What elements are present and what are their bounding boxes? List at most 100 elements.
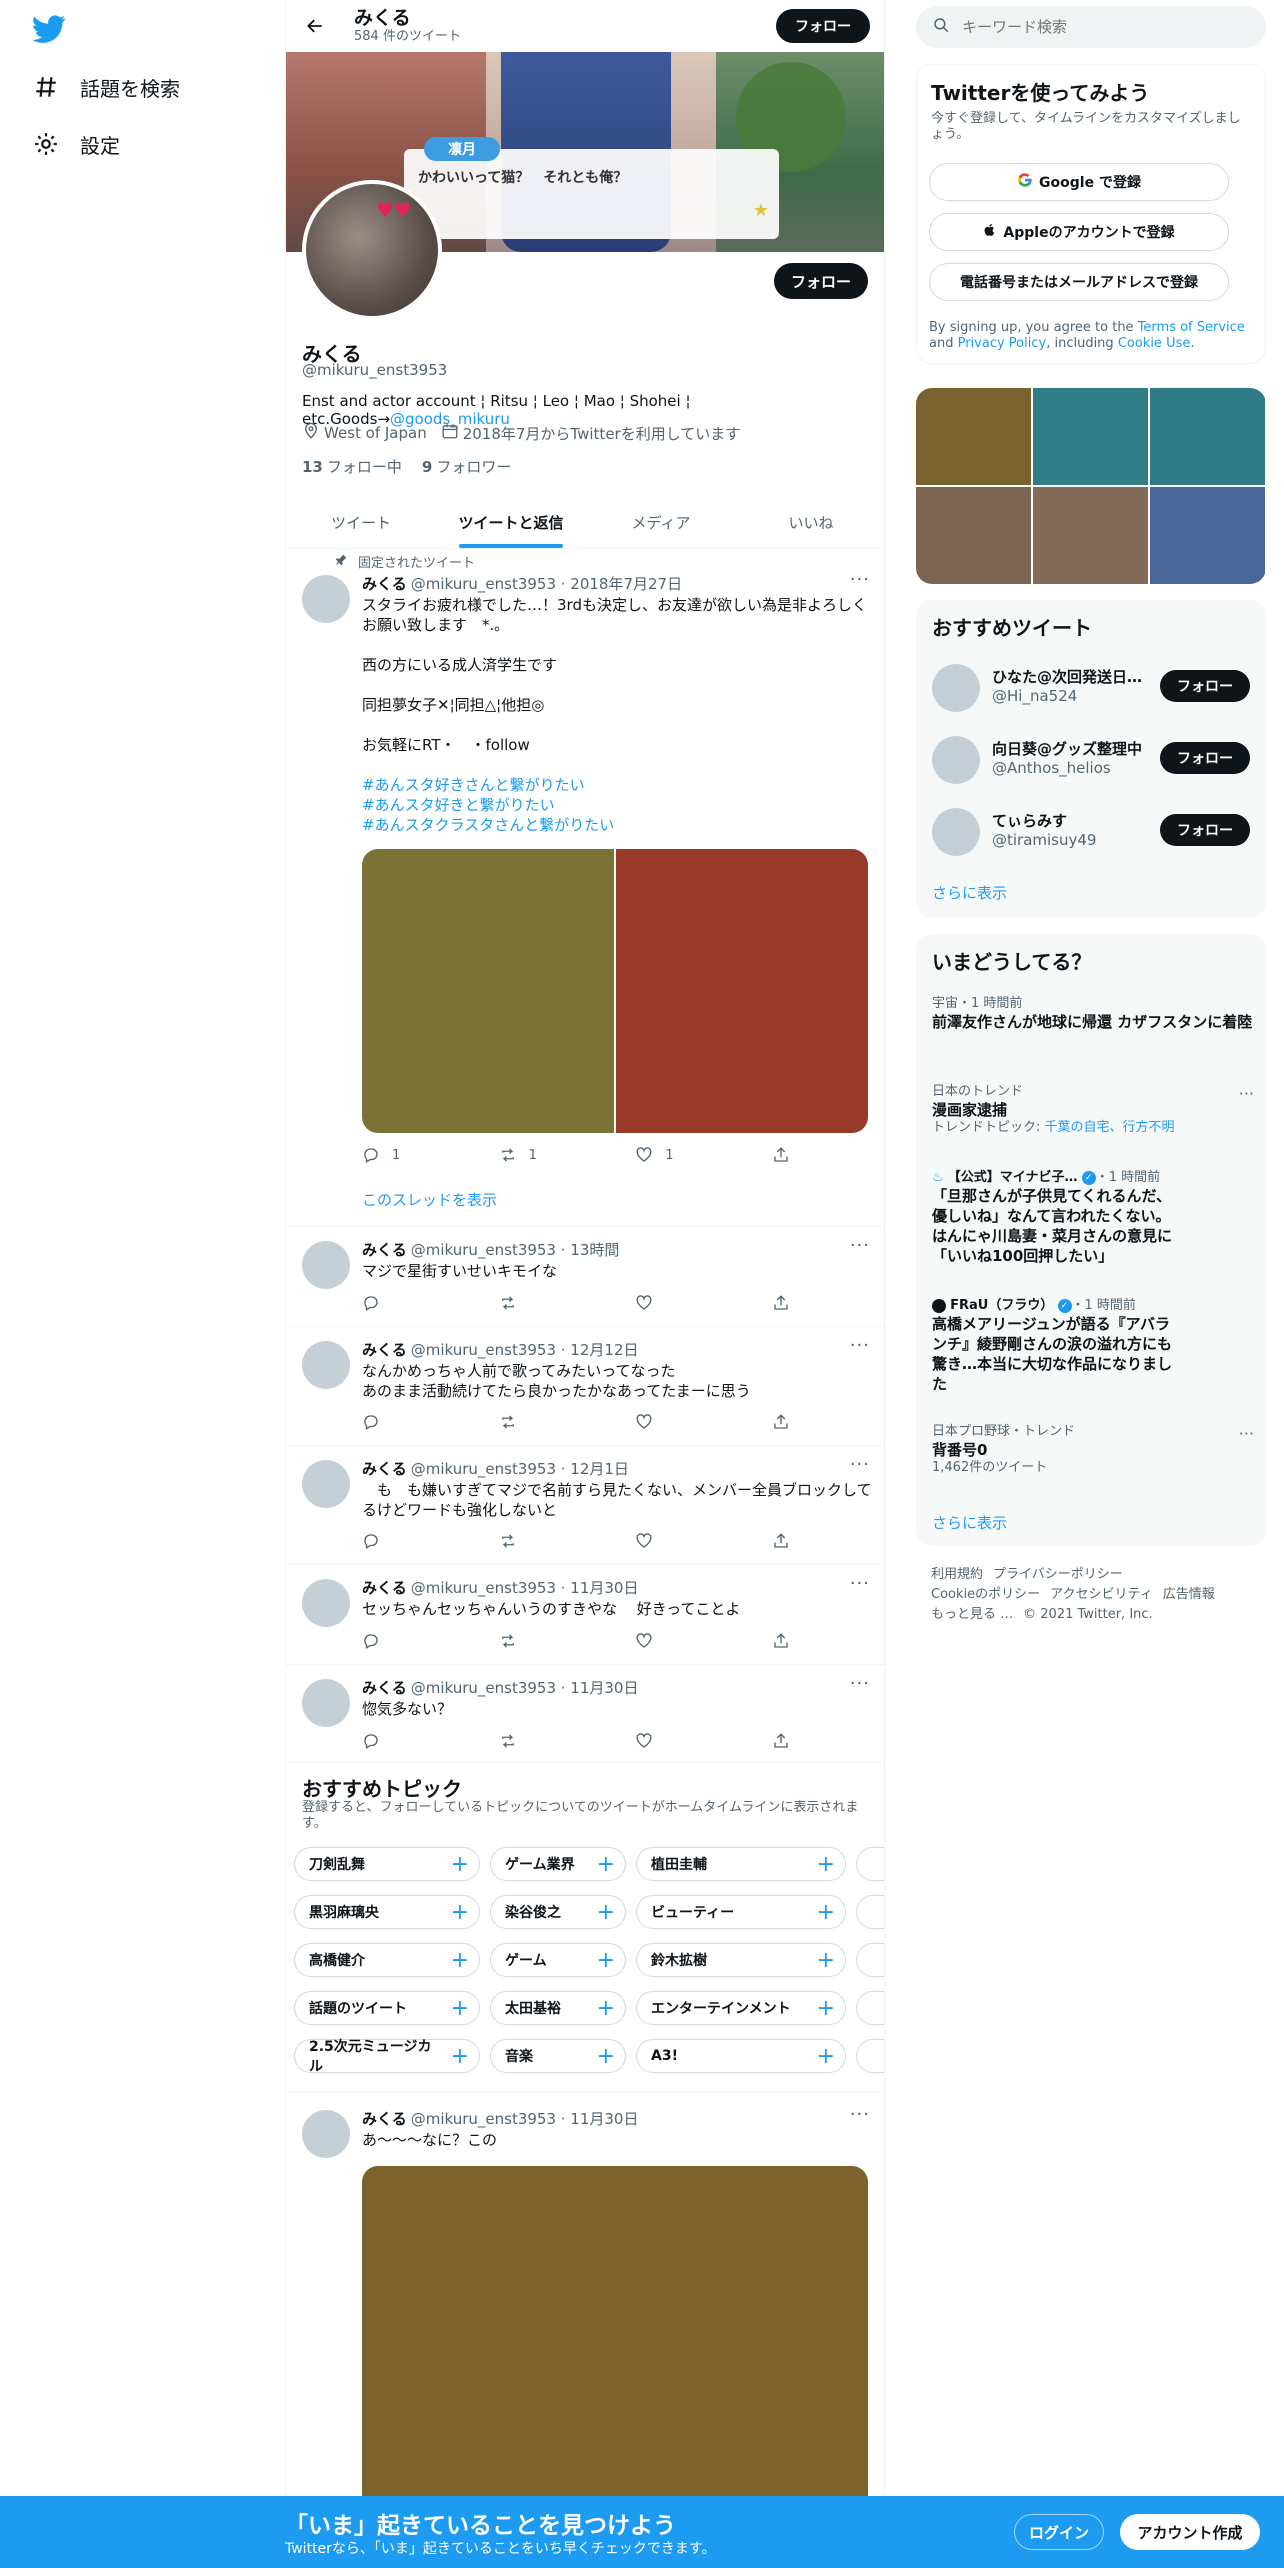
tweet-author[interactable]: みくる: [362, 1679, 407, 1697]
hashtag-link[interactable]: #あんスタ好きと繋がりたい: [362, 795, 872, 815]
share-button[interactable]: [772, 1413, 802, 1431]
twitter-logo-icon[interactable]: [32, 12, 66, 46]
footer-link-ads[interactable]: 広告情報: [1163, 1587, 1215, 1602]
tab-tweets-replies[interactable]: ツイートと返信: [436, 496, 586, 548]
like-button[interactable]: [635, 1413, 745, 1431]
more-dots-icon[interactable]: ···: [1239, 1424, 1254, 1443]
topic-chip[interactable]: 高橋健介 +: [294, 1943, 480, 1977]
nav-explore[interactable]: 話題を検索: [32, 67, 180, 107]
media-thumb[interactable]: [1033, 487, 1148, 584]
search-input[interactable]: [962, 18, 1242, 36]
more-dots-icon[interactable]: ···: [850, 1335, 870, 1356]
topic-chip-partial[interactable]: [856, 1847, 884, 1881]
media-thumb[interactable]: [916, 487, 1031, 584]
recommended-account[interactable]: てぃらみす @tiramisuy49 フォロー: [932, 804, 1250, 860]
google-signup-button[interactable]: Google で登録: [929, 163, 1229, 201]
media-image[interactable]: [362, 849, 614, 1133]
media-thumb[interactable]: [1033, 388, 1148, 485]
show-thread-link[interactable]: このスレッドを表示: [362, 1189, 497, 1210]
tab-tweets[interactable]: ツイート: [286, 496, 436, 548]
follow-button[interactable]: フォロー: [1160, 814, 1250, 846]
more-dots-icon[interactable]: ···: [1239, 1084, 1254, 1103]
media-thumb[interactable]: [916, 388, 1031, 485]
like-button[interactable]: [635, 1294, 745, 1312]
tweet-author[interactable]: みくる: [362, 1460, 407, 1478]
avatar[interactable]: [302, 1460, 350, 1508]
avatar[interactable]: [932, 664, 980, 712]
tweet[interactable]: みくる @mikuru_enst3953 · 11月30日 ··· 惚気多ない？: [286, 1665, 884, 1763]
recs-show-more-link[interactable]: さらに表示: [932, 882, 1007, 903]
footer-link-accessibility[interactable]: アクセシビリティ: [1050, 1587, 1153, 1602]
share-button[interactable]: [772, 1632, 802, 1650]
reply-button[interactable]: [362, 1632, 472, 1650]
tweet-author[interactable]: みくる: [362, 1579, 407, 1597]
share-button[interactable]: [772, 1732, 802, 1750]
tweet[interactable]: みくる @mikuru_enst3953 · 11月30日 ··· セッちゃんセッ…: [286, 1565, 884, 1665]
search-box[interactable]: [916, 6, 1266, 48]
topic-chip[interactable]: 植田圭輔 +: [636, 1847, 846, 1881]
topic-chip[interactable]: A3! +: [636, 2039, 846, 2073]
reply-button[interactable]: [362, 1294, 472, 1312]
hashtag-link[interactable]: #あんスタ好きさんと繋がりたい: [362, 775, 872, 795]
more-dots-icon[interactable]: ···: [850, 1573, 870, 1594]
share-button[interactable]: [772, 1294, 802, 1312]
topic-chip[interactable]: エンターテインメント +: [636, 1991, 846, 2025]
topic-chip[interactable]: ビューティー +: [636, 1895, 846, 1929]
reply-button[interactable]: [362, 1732, 472, 1750]
trends-show-more-link[interactable]: さらに表示: [932, 1512, 1007, 1533]
footer-link-cookie[interactable]: Cookieのポリシー: [931, 1587, 1040, 1602]
back-arrow-icon[interactable]: [298, 9, 332, 43]
profile-avatar[interactable]: ♥♥: [302, 180, 442, 320]
reply-button[interactable]: [362, 1413, 472, 1431]
topic-chip-partial[interactable]: [856, 2039, 884, 2073]
avatar[interactable]: [302, 1679, 350, 1727]
nav-settings[interactable]: 設定: [32, 124, 120, 164]
tweet-media[interactable]: [362, 849, 868, 1133]
follow-button[interactable]: フォロー: [1160, 742, 1250, 774]
more-dots-icon[interactable]: ···: [850, 2104, 870, 2125]
avatar[interactable]: [302, 1341, 350, 1389]
footer-link-terms[interactable]: 利用規約: [931, 1567, 983, 1582]
avatar[interactable]: [302, 2110, 350, 2158]
topic-chip[interactable]: 刀剣乱舞 +: [294, 1847, 480, 1881]
retweet-button[interactable]: [499, 1294, 609, 1312]
like-button[interactable]: [635, 1532, 745, 1550]
pinned-tweet[interactable]: 固定されたツイート みくる @mikuru_enst3953 · 2018年7月2…: [286, 549, 884, 1227]
reply-button[interactable]: [362, 1532, 472, 1550]
header-follow-button[interactable]: フォロー: [776, 9, 870, 43]
footer-link-more[interactable]: もっと見る …: [931, 1607, 1013, 1622]
like-button[interactable]: 1: [635, 1146, 745, 1164]
avatar[interactable]: [302, 1579, 350, 1627]
topic-chip[interactable]: 音楽 +: [490, 2039, 626, 2073]
share-button[interactable]: [772, 1532, 802, 1550]
create-account-button[interactable]: アカウント作成: [1120, 2514, 1260, 2550]
media-thumb[interactable]: [1150, 487, 1265, 584]
topic-chip[interactable]: 染谷俊之 +: [490, 1895, 626, 1929]
retweet-button[interactable]: [499, 1532, 609, 1550]
cookie-link[interactable]: Cookie Use: [1118, 336, 1191, 351]
avatar[interactable]: [302, 575, 350, 623]
tab-likes[interactable]: いいね: [736, 496, 884, 548]
like-button[interactable]: [635, 1632, 745, 1650]
topic-chip[interactable]: 黒羽麻璃央 +: [294, 1895, 480, 1929]
more-dots-icon[interactable]: ···: [850, 1673, 870, 1694]
tweet[interactable]: みくる @mikuru_enst3953 · 13時間 ··· マジで星街すいせい…: [286, 1227, 884, 1327]
media-image[interactable]: [616, 849, 868, 1133]
trend-item[interactable]: FRaU（フラウ） ✓ ・1 時間前 高橋メアリージュンが語る『アバランチ』綾野剛…: [932, 1298, 1254, 1394]
profile-follow-button[interactable]: フォロー: [774, 263, 868, 299]
reply-button[interactable]: 1: [362, 1146, 472, 1164]
topic-chip-partial[interactable]: [856, 1895, 884, 1929]
topic-chip[interactable]: 鈴木拡樹 +: [636, 1943, 846, 1977]
terms-link[interactable]: Terms of Service: [1138, 320, 1245, 335]
topic-chip[interactable]: 話題のツイート +: [294, 1991, 480, 2025]
trend-item[interactable]: 日本のトレンド 漫画家逮捕 トレンドトピック: 千葉の自宅、行方不明 ···: [932, 1084, 1254, 1136]
follow-button[interactable]: フォロー: [1160, 670, 1250, 702]
retweet-button[interactable]: [499, 1732, 609, 1750]
topic-chip[interactable]: ゲーム業界 +: [490, 1847, 626, 1881]
phone-email-signup-button[interactable]: 電話番号またはメールアドレスで登録: [929, 263, 1229, 301]
apple-signup-button[interactable]: Appleのアカウントで登録: [929, 213, 1229, 251]
tweet-author[interactable]: みくる: [362, 1241, 407, 1259]
trend-item[interactable]: 宇宙・1 時間前 前澤友作さんが地球に帰還 カザフスタンに着陸: [932, 996, 1254, 1032]
tweet-author[interactable]: みくる: [362, 575, 407, 593]
recommended-account[interactable]: ひなた@次回発送日… @Hi_na524 フォロー: [932, 660, 1250, 716]
